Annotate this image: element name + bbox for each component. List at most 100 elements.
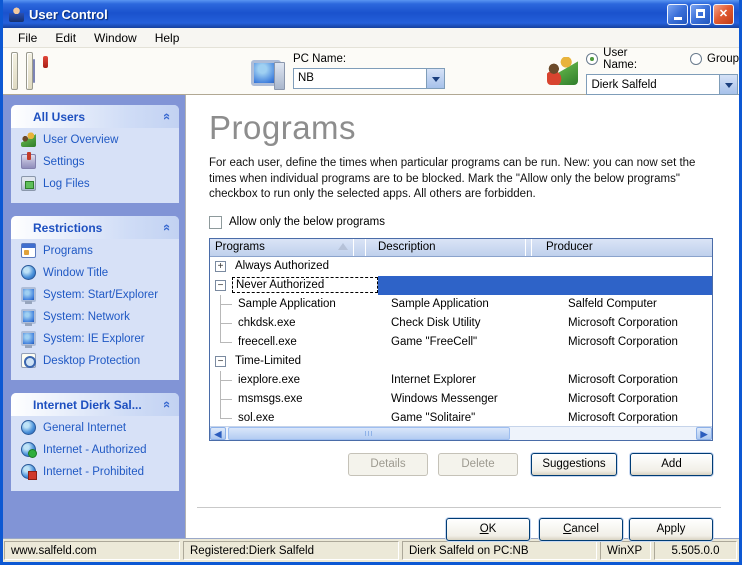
chevron-down-icon[interactable] — [426, 69, 444, 88]
group-label: Time-Limited — [232, 354, 304, 368]
log-files-icon — [21, 176, 36, 191]
table-row[interactable]: msmsgs.exeWindows MessengerMicrosoft Cor… — [210, 390, 712, 409]
sidebar-item-desktop-protection[interactable]: Desktop Protection — [11, 349, 179, 371]
sidebar-item-user-overview[interactable]: User Overview — [11, 128, 179, 150]
column-header-description[interactable]: Description — [366, 239, 526, 256]
toolbox-icon — [33, 59, 35, 83]
scroll-left-icon[interactable]: ◀ — [210, 427, 226, 440]
statusbar-registered: Registered:Dierk Salfeld — [183, 541, 399, 560]
sidebar-item-system-network[interactable]: System: Network — [11, 305, 179, 327]
menu-file[interactable]: File — [9, 29, 46, 47]
group-radio[interactable] — [690, 53, 702, 65]
apply-button[interactable]: Apply — [629, 518, 713, 541]
collapse-icon[interactable]: − — [215, 280, 226, 291]
sidebar-item-system-start-explorer[interactable]: System: Start/Explorer — [11, 283, 179, 305]
pc-name-label: PC Name: — [293, 53, 445, 65]
settings-icon — [21, 154, 36, 169]
menu-help[interactable]: Help — [146, 29, 189, 47]
sidebar-section-restrictions: Restrictions « Programs Window Title Sys… — [11, 216, 179, 380]
computer-icon — [251, 60, 285, 90]
statusbar-version: 5.505.0.0 — [654, 541, 737, 560]
main-content: Programs For each user, define the times… — [185, 95, 739, 538]
statusbar-website[interactable]: www.salfeld.com — [4, 541, 180, 560]
titlebar: User Control ✕ — [3, 0, 739, 28]
table-row[interactable]: + Always Authorized — [210, 257, 712, 276]
pc-name-select[interactable]: NB — [293, 68, 445, 89]
system-ie-explorer-icon — [21, 331, 36, 346]
table-header: Programs Description Producer — [210, 239, 712, 257]
delete-button[interactable]: Delete — [438, 453, 518, 476]
table-row[interactable]: iexplore.exeInternet ExplorerMicrosoft C… — [210, 371, 712, 390]
programs-table: Programs Description Producer + Always Au… — [209, 238, 713, 441]
sidebar-item-log-files[interactable]: Log Files — [11, 172, 179, 194]
table-row[interactable]: −Time-Limited — [210, 352, 712, 371]
general-internet-icon — [21, 420, 36, 435]
app-icon — [9, 7, 24, 22]
group-label: Always Authorized — [232, 259, 332, 273]
table-row[interactable]: −Never Authorized — [210, 276, 712, 295]
statusbar: www.salfeld.com Registered:Dierk Salfeld… — [3, 538, 739, 562]
table-body: +Always Authorized−Never AuthorizedSampl… — [210, 257, 712, 426]
maximize-button[interactable] — [690, 4, 711, 25]
system-network-icon — [21, 309, 36, 324]
user-name-select[interactable]: Dierk Salfeld — [586, 74, 738, 95]
restrictions-header[interactable]: Restrictions « — [11, 216, 179, 239]
allow-only-checkbox[interactable] — [209, 216, 222, 229]
suggestions-button[interactable]: Suggestions — [531, 453, 617, 476]
sidebar-item-window-title[interactable]: Window Title — [11, 261, 179, 283]
user-control-window: User Control ✕ File Edit Window Help PC … — [0, 0, 742, 565]
chevron-down-icon[interactable] — [719, 75, 737, 94]
chevron-up-icon: « — [160, 401, 175, 408]
sidebar-item-system-ie-explorer[interactable]: System: IE Explorer — [11, 327, 179, 349]
chevron-up-icon: « — [160, 224, 175, 231]
menubar: File Edit Window Help — [3, 28, 739, 48]
sidebar-item-programs[interactable]: Programs — [11, 239, 179, 261]
column-separator — [354, 239, 366, 256]
cancel-button[interactable]: Cancel — [539, 518, 623, 541]
menu-window[interactable]: Window — [85, 29, 146, 47]
user-name-radio-label: User Name: — [603, 47, 663, 71]
statusbar-os: WinXP — [600, 541, 651, 560]
scrollbar-thumb[interactable] — [228, 427, 510, 440]
table-row[interactable]: Sample ApplicationSample ApplicationSalf… — [210, 295, 712, 314]
user-name-radio[interactable] — [586, 53, 598, 65]
table-row[interactable]: sol.exeGame "Solitaire"Microsoft Corpora… — [210, 409, 712, 426]
tools-toolbar-button[interactable] — [26, 52, 33, 90]
group-radio-label: Group — [707, 53, 739, 65]
ok-button[interactable]: OK — [446, 518, 530, 541]
expand-icon[interactable]: + — [215, 261, 226, 272]
all-users-header[interactable]: All Users « — [11, 105, 179, 128]
statusbar-user-pc: Dierk Salfeld on PC:NB — [402, 541, 597, 560]
add-button[interactable]: Add — [630, 453, 713, 476]
minimize-button[interactable] — [667, 4, 688, 25]
table-row[interactable]: freecell.exeGame "FreeCell"Microsoft Cor… — [210, 333, 712, 352]
window-title-icon — [21, 265, 36, 280]
toolbar: PC Name: NB User Name: Group Dierk Salf — [3, 48, 739, 95]
users-toolbar-button[interactable] — [11, 52, 18, 90]
close-button[interactable]: ✕ — [713, 4, 734, 25]
sidebar-item-internet-authorized[interactable]: Internet - Authorized — [11, 438, 179, 460]
sidebar-item-internet-prohibited[interactable]: Internet - Prohibited — [11, 460, 179, 482]
column-header-producer[interactable]: Producer — [532, 239, 712, 256]
collapse-icon[interactable]: − — [215, 356, 226, 367]
allow-only-checkbox-label: Allow only the below programs — [229, 216, 385, 228]
sidebar-item-general-internet[interactable]: General Internet — [11, 416, 179, 438]
page-title: Programs — [209, 109, 739, 147]
internet-prohibited-icon — [21, 464, 36, 479]
scroll-right-icon[interactable]: ▶ — [696, 427, 712, 440]
page-description: For each user, define the times when par… — [209, 156, 724, 203]
details-button[interactable]: Details — [348, 453, 428, 476]
group-label: Never Authorized — [232, 277, 378, 293]
horizontal-scrollbar[interactable]: ◀ ▶ — [210, 426, 712, 440]
internet-authorized-icon — [21, 442, 36, 457]
system-start-explorer-icon — [21, 287, 36, 302]
sidebar-section-internet: Internet Dierk Sal... « General Internet… — [11, 393, 179, 491]
menu-edit[interactable]: Edit — [46, 29, 85, 47]
sidebar: All Users « User Overview Settings Log F… — [3, 95, 185, 538]
sort-ascending-icon — [338, 243, 348, 250]
column-header-programs[interactable]: Programs — [210, 239, 354, 256]
table-row[interactable]: chkdsk.exeCheck Disk UtilityMicrosoft Co… — [210, 314, 712, 333]
sidebar-item-settings[interactable]: Settings — [11, 150, 179, 172]
internet-header[interactable]: Internet Dierk Sal... « — [11, 393, 179, 416]
divider — [197, 507, 721, 508]
